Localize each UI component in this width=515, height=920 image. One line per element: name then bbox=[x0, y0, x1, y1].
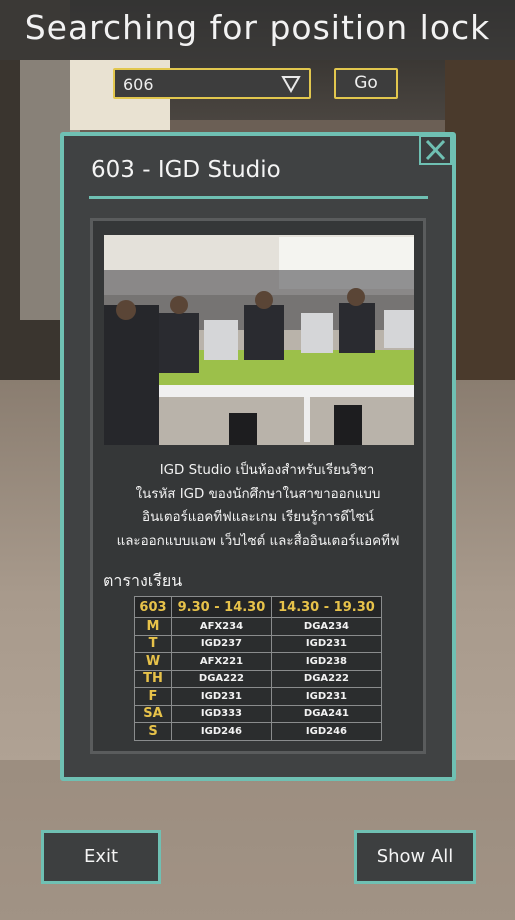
schedule-cell: IGD333 bbox=[171, 704, 272, 723]
room-select[interactable]: 606 bbox=[113, 68, 311, 99]
schedule-header-cell: 603 bbox=[134, 596, 172, 618]
schedule-cell: AFX234 bbox=[171, 617, 272, 636]
triangle-down-icon bbox=[281, 76, 301, 93]
schedule-cell: DGA222 bbox=[270, 669, 383, 688]
schedule-table: 603 9.30 - 14.30 14.30 - 19.30 M AFX234 … bbox=[134, 596, 383, 741]
description-line: ในรหัส IGD ของนักศึกษาในสาขาออกแบบ bbox=[135, 486, 381, 502]
schedule-day: M bbox=[134, 617, 172, 636]
description-line: IGD Studio เป็นห้องสำหรับเรียนวิชา bbox=[159, 463, 375, 478]
schedule-cell: DGA241 bbox=[270, 704, 383, 723]
schedule-cell: IGD231 bbox=[270, 634, 383, 653]
room-description: IGD Studio เป็นห้องสำหรับเรียนวิชา ในรหั… bbox=[100, 459, 416, 553]
schedule-day: W bbox=[134, 652, 172, 671]
table-row: S IGD246 IGD246 bbox=[134, 722, 383, 741]
table-row: TH DGA222 DGA222 bbox=[134, 669, 383, 688]
page-title: Searching for position lock bbox=[24, 8, 491, 47]
schedule-cell: IGD231 bbox=[270, 687, 383, 706]
schedule-header-cell: 14.30 - 19.30 bbox=[270, 596, 383, 618]
description-line: อินเตอร์แอคทีฟและเกม เรียนรู้การดีไซน์ bbox=[142, 510, 374, 525]
schedule-day: T bbox=[134, 634, 172, 653]
schedule-cell: IGD238 bbox=[270, 652, 383, 671]
table-row: W AFX221 IGD238 bbox=[134, 652, 383, 671]
schedule-header-row: 603 9.30 - 14.30 14.30 - 19.30 bbox=[134, 596, 383, 618]
schedule-day: F bbox=[134, 687, 172, 706]
schedule-cell: DGA234 bbox=[270, 617, 383, 636]
schedule-header-cell: 9.30 - 14.30 bbox=[171, 596, 272, 618]
classroom-photo-image bbox=[104, 235, 414, 445]
schedule-cell: DGA222 bbox=[171, 669, 272, 688]
classroom-photo bbox=[104, 235, 414, 445]
schedule-cell: IGD246 bbox=[270, 722, 383, 741]
table-row: SA IGD333 DGA241 bbox=[134, 704, 383, 723]
table-row: F IGD231 IGD231 bbox=[134, 687, 383, 706]
table-row: T IGD237 IGD231 bbox=[134, 634, 383, 653]
schedule-cell: IGD246 bbox=[171, 722, 272, 741]
go-button[interactable]: Go bbox=[334, 68, 398, 99]
schedule-day: TH bbox=[134, 669, 172, 688]
schedule-day: S bbox=[134, 722, 172, 741]
schedule-cell: AFX221 bbox=[171, 652, 272, 671]
schedule-cell: IGD231 bbox=[171, 687, 272, 706]
close-button[interactable] bbox=[419, 135, 452, 165]
title-bar: Searching for position lock bbox=[0, 0, 515, 60]
close-icon bbox=[425, 139, 446, 161]
room-select-value: 606 bbox=[123, 75, 154, 94]
title-divider bbox=[89, 196, 428, 199]
description-line: และออกแบบแอพ เว็บไซต์ และสื่ออินเตอร์แอค… bbox=[116, 533, 400, 549]
show-all-button[interactable]: Show All bbox=[354, 830, 476, 884]
schedule-label: ตารางเรียน bbox=[103, 571, 183, 590]
schedule-cell: IGD237 bbox=[171, 634, 272, 653]
exit-button[interactable]: Exit bbox=[41, 830, 161, 884]
table-row: M AFX234 DGA234 bbox=[134, 617, 383, 636]
room-title: 603 - IGD Studio bbox=[91, 157, 281, 183]
schedule-day: SA bbox=[134, 704, 172, 723]
